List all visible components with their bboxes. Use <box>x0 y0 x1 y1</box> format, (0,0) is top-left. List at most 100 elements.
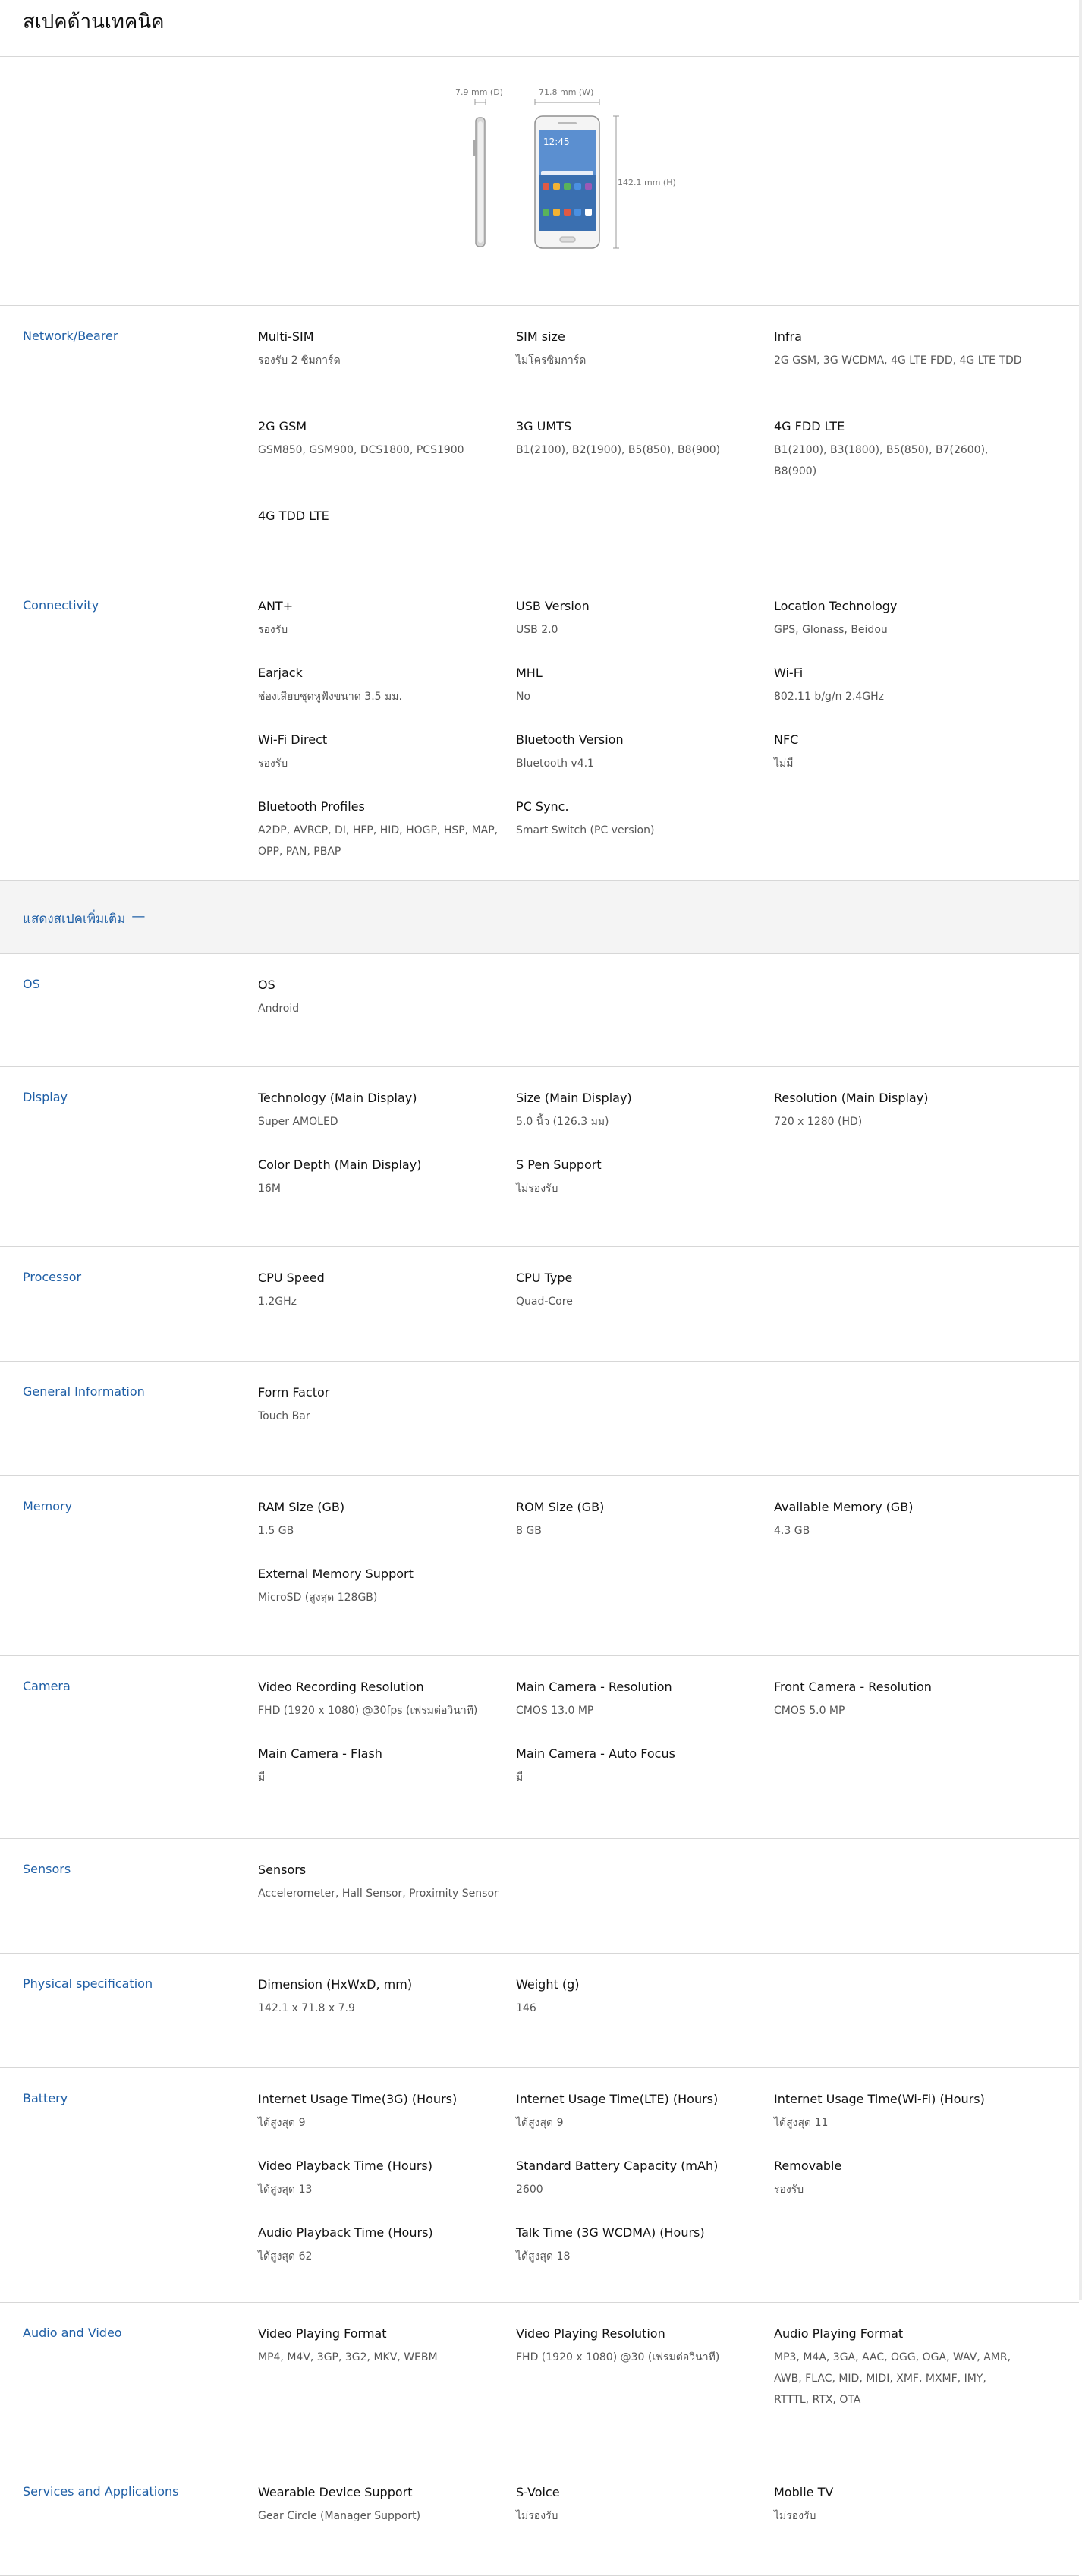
spec-value: Smart Switch (PC version) <box>516 824 655 836</box>
spec-value: ได้สูงสุด 9 <box>516 2117 564 2129</box>
section-label: Processor <box>23 1270 82 1284</box>
spec-name: SIM size <box>516 329 565 344</box>
spec-item: Internet Usage Time(Wi-Fi) (Hours) ได้สูง… <box>774 2091 1032 2158</box>
spec-value: GSM850, GSM900, DCS1800, PCS1900 <box>258 444 464 456</box>
spec-item: Internet Usage Time(3G) (Hours) ได้สูงสุด… <box>258 2091 516 2158</box>
spec-name: Mobile TV <box>774 2485 834 2499</box>
spec-value: MicroSD (สูงสุด 128GB) <box>258 1592 378 1604</box>
spec-name: Location Technology <box>774 599 898 613</box>
spec-item: Wearable Device Support Gear Circle (Mana… <box>258 2484 516 2575</box>
spec-name: Main Camera - Flash <box>258 1746 382 1761</box>
device-dimension-illustration: 7.9 mm (D) 71.8 mm (W) 12:45 142.1 mm (H… <box>0 57 1079 306</box>
spec-item: Internet Usage Time(LTE) (Hours) ได้สูงสุ… <box>516 2091 774 2158</box>
spec-item: Video Playing Resolution FHD (1920 x 1080… <box>516 2326 774 2461</box>
spec-item: Earjack ช่องเสียบชุดหูฟังขนาด 3.5 มม. <box>258 665 516 732</box>
spec-item: Sensors Accelerometer, Hall Sensor, Proxi… <box>258 1862 516 1953</box>
spec-name: RAM Size (GB) <box>258 1500 345 1514</box>
spec-page: สเปคด้านเทคนิค 7.9 mm (D) 71.8 mm (W) 12… <box>0 0 1082 2576</box>
spec-section-sensors: Sensors Sensors Accelerometer, Hall Sensor… <box>0 1839 1079 1954</box>
spec-item: CPU Type Quad-Core <box>516 1270 774 1361</box>
spec-item: ANT+ รองรับ <box>258 598 516 665</box>
spec-value: Accelerometer, Hall Sensor, Proximity Se… <box>258 1888 499 1900</box>
spec-item: Talk Time (3G WCDMA) (Hours) ได้สูงสุด 18 <box>516 2225 774 2302</box>
spec-value: 4.3 GB <box>774 1525 810 1537</box>
spec-grid: ANT+ รองรับ USB Version USB 2.0 Location Tec… <box>258 575 1047 880</box>
spec-value: 2G GSM, 3G WCDMA, 4G LTE FDD, 4G LTE TDD <box>774 354 1022 367</box>
spec-value: B1(2100), B3(1800), B5(850), B7(2600), B… <box>774 444 989 477</box>
spec-value: FHD (1920 x 1080) @30 (เฟรมต่อวินาที) <box>516 2351 720 2363</box>
spec-name: Size (Main Display) <box>516 1091 632 1105</box>
spec-name: Video Playback Time (Hours) <box>258 2159 432 2173</box>
spec-name: Internet Usage Time(3G) (Hours) <box>258 2092 458 2106</box>
height-label: 142.1 mm (H) <box>618 178 676 187</box>
spec-name: Internet Usage Time(Wi-Fi) (Hours) <box>774 2092 985 2106</box>
spec-section-os: OS OS Android <box>0 954 1079 1067</box>
spec-value: 5.0 นิ้ว (126.3 มม) <box>516 1116 609 1128</box>
spec-name: Bluetooth Profiles <box>258 799 365 814</box>
section-label: Audio and Video <box>23 2326 122 2340</box>
spec-item: RAM Size (GB) 1.5 GB <box>258 1499 516 1566</box>
spec-value: 720 x 1280 (HD) <box>774 1116 863 1128</box>
spec-item: Bluetooth Profiles A2DP, AVRCP, DI, HFP, … <box>258 798 516 880</box>
spec-item: Video Recording Resolution FHD (1920 x 10… <box>258 1679 516 1746</box>
spec-value: MP3, M4A, 3GA, AAC, OGG, OGA, WAV, AMR, … <box>774 2351 1011 2406</box>
spec-value: ไมโครซิมการ์ด <box>516 354 587 367</box>
spec-value: 8 GB <box>516 1525 542 1537</box>
spec-name: Audio Playing Format <box>774 2326 904 2341</box>
spec-value: FHD (1920 x 1080) @30fps (เฟรมต่อวินาที) <box>258 1705 478 1717</box>
spec-item: 3G UMTS B1(2100), B2(1900), B5(850), B8(9… <box>516 418 774 508</box>
section-label: OS <box>23 977 40 991</box>
spec-value: มี <box>258 1771 266 1784</box>
spec-item: Removable รองรับ <box>774 2158 1032 2225</box>
spec-item: External Memory Support MicroSD (สูงสุด 1… <box>258 1566 516 1655</box>
spec-value: Touch Bar <box>258 1410 310 1422</box>
spec-name: CPU Type <box>516 1271 573 1285</box>
section-label: Connectivity <box>23 598 99 613</box>
spec-item: Infra 2G GSM, 3G WCDMA, 4G LTE FDD, 4G LT… <box>774 329 1032 418</box>
spec-name: ANT+ <box>258 599 294 613</box>
spec-item: SIM size ไมโครซิมการ์ด <box>516 329 774 418</box>
spec-item: Audio Playback Time (Hours) ได้สูงสุด 62 <box>258 2225 516 2302</box>
spec-value: ช่องเสียบชุดหูฟังขนาด 3.5 มม. <box>258 691 402 703</box>
spec-grid: RAM Size (GB) 1.5 GB ROM Size (GB) 8 GB Avai… <box>258 1476 1047 1655</box>
section-label: Camera <box>23 1679 71 1693</box>
phone-diagram: 7.9 mm (D) 71.8 mm (W) 12:45 142.1 mm (H… <box>455 87 676 249</box>
spec-item: Weight (g) 146 <box>516 1976 774 2067</box>
section-label: Battery <box>23 2091 68 2105</box>
spec-name: MHL <box>516 666 543 680</box>
spec-name: Video Playing Format <box>258 2326 387 2341</box>
spec-section-network: Network/Bearer Multi-SIM รองรับ 2 ซิมการ์ด… <box>0 306 1079 575</box>
spec-section-memory: Memory RAM Size (GB) 1.5 GB ROM Size (GB) 8 … <box>0 1476 1079 1656</box>
spec-item: ROM Size (GB) 8 GB <box>516 1499 774 1566</box>
spec-value: Super AMOLED <box>258 1116 338 1128</box>
spec-value: 146 <box>516 2002 536 2014</box>
section-label: Memory <box>23 1499 73 1513</box>
spec-value: 1.2GHz <box>258 1296 297 1308</box>
spec-value: รองรับ <box>258 624 288 636</box>
spec-value: GPS, Glonass, Beidou <box>774 624 888 636</box>
spec-item: Mobile TV ไม่รองรับ <box>774 2484 1032 2575</box>
spec-value: มี <box>516 1771 524 1784</box>
show-more-toggle[interactable]: แสดงสเปคเพิ่มเติม — <box>0 881 1079 954</box>
spec-item: Audio Playing Format MP3, M4A, 3GA, AAC, … <box>774 2326 1032 2461</box>
minus-icon: — <box>131 909 146 924</box>
spec-value: A2DP, AVRCP, DI, HFP, HID, HOGP, HSP, MA… <box>258 824 499 858</box>
spec-item: Main Camera - Auto Focus มี <box>516 1746 774 1838</box>
spec-item: Main Camera - Flash มี <box>258 1746 516 1838</box>
spec-value: รองรับ 2 ซิมการ์ด <box>258 354 341 367</box>
spec-item: Wi-Fi 802.11 b/g/n 2.4GHz <box>774 665 1032 732</box>
spec-grid: Video Playing Format MP4, M4V, 3GP, 3G2, … <box>258 2303 1047 2461</box>
spec-grid: Form Factor Touch Bar <box>258 1362 1047 1475</box>
spec-item: Form Factor Touch Bar <box>258 1384 516 1475</box>
spec-value: ได้สูงสุด 62 <box>258 2250 313 2263</box>
section-label: General Information <box>23 1384 145 1399</box>
spec-value: MP4, M4V, 3GP, 3G2, MKV, WEBM <box>258 2351 438 2363</box>
spec-value: 2600 <box>516 2184 543 2196</box>
spec-value: ได้สูงสุด 13 <box>258 2184 313 2196</box>
spec-name: OS <box>258 978 275 992</box>
spec-section-services: Services and Applications Wearable Device… <box>0 2461 1079 2576</box>
spec-name: Resolution (Main Display) <box>774 1091 929 1105</box>
spec-value: Gear Circle (Manager Support) <box>258 2510 421 2522</box>
spec-item: Dimension (HxWxD, mm) 142.1 x 71.8 x 7.9 <box>258 1976 516 2067</box>
spec-value: ไม่รองรับ <box>774 2510 816 2522</box>
